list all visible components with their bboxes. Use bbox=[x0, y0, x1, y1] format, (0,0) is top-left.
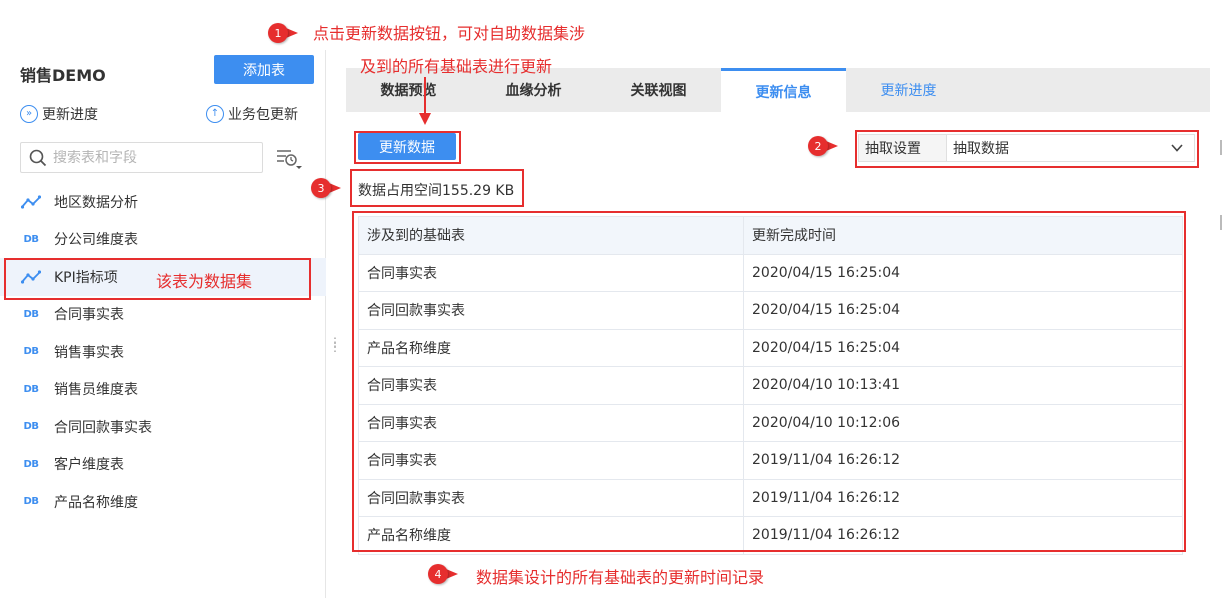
panel-splitter-handle[interactable]: ⋮ ⋮ bbox=[329, 336, 341, 353]
marker-number: 4 bbox=[428, 564, 448, 584]
marker-number: 2 bbox=[808, 136, 828, 156]
add-table-button[interactable]: 添加表 bbox=[214, 55, 314, 84]
table-item[interactable]: DB 合同回款事实表 bbox=[0, 408, 326, 446]
db-icon-text: DB bbox=[23, 496, 39, 508]
package-update-link[interactable]: ↑ 业务包更新 bbox=[206, 104, 298, 124]
db-icon-text: DB bbox=[23, 346, 39, 358]
annotation-text-1a: 点击更新数据按钮，可对自助数据集涉 bbox=[313, 24, 586, 43]
table-item[interactable]: DB 客户维度表 bbox=[0, 446, 326, 484]
highlight-extract-setting bbox=[855, 130, 1199, 168]
annotation-marker-1: 1 bbox=[268, 23, 300, 43]
table-item[interactable]: DB 产品名称维度 bbox=[0, 483, 326, 521]
table-item-label: 客户维度表 bbox=[54, 457, 124, 474]
highlight-record-table bbox=[352, 211, 1186, 552]
table-item[interactable]: 地区数据分析 bbox=[0, 183, 326, 221]
table-item-label: 销售事实表 bbox=[54, 344, 124, 361]
db-icon-text: DB bbox=[23, 383, 39, 395]
dataset-icon bbox=[20, 195, 42, 209]
package-update-label: 业务包更新 bbox=[228, 107, 298, 123]
db-icon: DB bbox=[20, 346, 42, 357]
search-box bbox=[20, 142, 263, 173]
tab-relation-view[interactable]: 关联视图 bbox=[596, 68, 721, 112]
db-icon: DB bbox=[20, 309, 42, 320]
table-item[interactable]: DB 分公司维度表 bbox=[0, 221, 326, 259]
db-icon-text: DB bbox=[23, 421, 39, 433]
marker-number: 3 bbox=[311, 178, 331, 198]
annotation-text-4: 数据集设计的所有基础表的更新时间记录 bbox=[476, 568, 765, 587]
db-icon: DB bbox=[20, 496, 42, 507]
tab-update-info[interactable]: 更新信息 bbox=[721, 68, 846, 112]
db-icon: DB bbox=[20, 234, 42, 245]
annotation-marker-4: 4 bbox=[428, 564, 460, 584]
db-icon: DB bbox=[20, 384, 42, 395]
table-list: 地区数据分析 DB 分公司维度表 KPI指标项 DB 合同事实表 DB 销售事实… bbox=[0, 183, 326, 521]
table-item-label: 合同事实表 bbox=[54, 307, 124, 324]
table-item-label: 分公司维度表 bbox=[54, 232, 138, 249]
highlight-update-button bbox=[354, 131, 461, 164]
tab-update-progress[interactable]: 更新进度 bbox=[846, 68, 971, 112]
annotation-arrow-line bbox=[424, 77, 426, 115]
annotation-marker-2: 2 bbox=[808, 136, 840, 156]
annotation-marker-3: 3 bbox=[311, 178, 343, 198]
db-icon-text: DB bbox=[23, 233, 39, 245]
db-icon-text: DB bbox=[23, 458, 39, 470]
annotation-arrow-head bbox=[419, 113, 431, 125]
annotation-dataset-note: 该表为数据集 bbox=[156, 272, 253, 291]
table-item[interactable]: DB 销售事实表 bbox=[0, 333, 326, 371]
marker-number: 1 bbox=[268, 23, 288, 43]
app-title: 销售DEMO bbox=[20, 66, 106, 85]
search-icon bbox=[29, 149, 47, 166]
table-item-label: 地区数据分析 bbox=[54, 194, 138, 211]
scroll-indicator-icon bbox=[1220, 140, 1222, 230]
annotation-text-1b: 及到的所有基础表进行更新 bbox=[360, 57, 553, 76]
db-icon: DB bbox=[20, 421, 42, 432]
upload-icon: ↑ bbox=[206, 105, 224, 123]
filter-icon[interactable] bbox=[276, 148, 302, 170]
table-item-label: 销售员维度表 bbox=[54, 382, 138, 399]
update-progress-link[interactable]: » 更新进度 bbox=[20, 104, 98, 124]
table-item-label: 产品名称维度 bbox=[54, 494, 138, 511]
sidebar: 销售DEMO 添加表 » 更新进度 ↑ 业务包更新 地区数据分析 DB bbox=[0, 50, 326, 598]
fast-forward-icon: » bbox=[20, 105, 38, 123]
db-icon: DB bbox=[20, 459, 42, 470]
update-progress-label: 更新进度 bbox=[42, 107, 98, 123]
search-input[interactable] bbox=[53, 149, 243, 166]
highlight-space-usage bbox=[350, 169, 524, 207]
table-item-label: 合同回款事实表 bbox=[54, 419, 152, 436]
table-item[interactable]: DB 销售员维度表 bbox=[0, 371, 326, 409]
table-item[interactable]: DB 合同事实表 bbox=[0, 296, 326, 334]
db-icon-text: DB bbox=[23, 308, 39, 320]
